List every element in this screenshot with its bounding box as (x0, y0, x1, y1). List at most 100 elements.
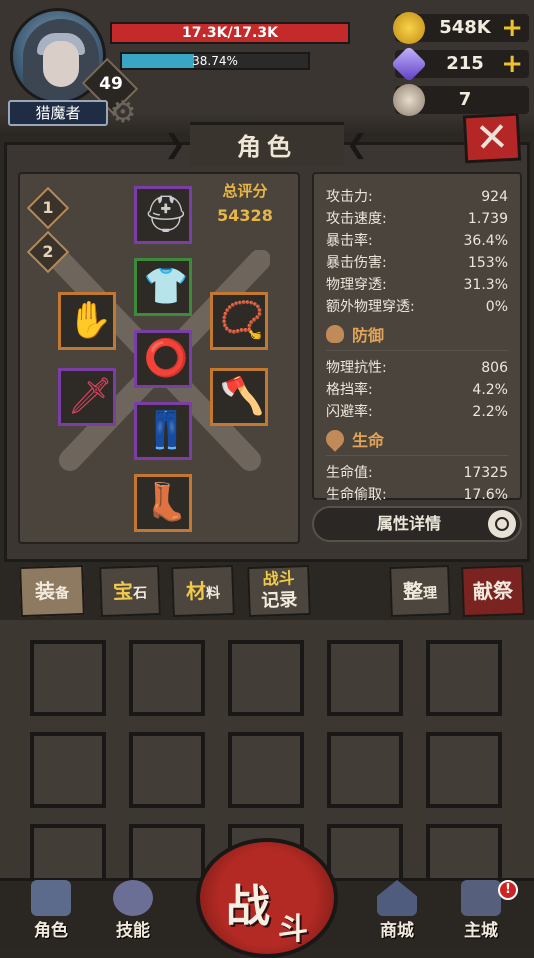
total-score-value: 54328 (217, 206, 273, 225)
spiked-collar-icon: ⭕ (143, 338, 189, 379)
notification-badge: ! (498, 880, 518, 900)
stat-row: 生命值: 17325 (326, 462, 508, 484)
add-gems-button[interactable]: + (501, 50, 523, 78)
stat-row: 物理抗性: 806 (326, 357, 508, 379)
inventory-slot[interactable] (129, 824, 205, 878)
stat-label: 攻击速度: (326, 211, 387, 227)
xp-text: 38.74% (192, 54, 238, 68)
gem-value: 215 (446, 53, 484, 74)
axe-icon: 🪓 (219, 376, 265, 417)
stat-row: 格挡率: 4.2% (326, 379, 508, 401)
attribute-detail-label: 属性详情 (376, 514, 441, 533)
loadout-tab-1-label: 1 (42, 198, 54, 217)
armor-slot[interactable]: 👕 (134, 258, 192, 316)
inventory-slot[interactable] (228, 640, 304, 716)
sacrifice-button[interactable]: 献祭 (461, 564, 525, 618)
stat-value: 4.2% (472, 382, 508, 398)
helmet-slot[interactable]: ⛑ (134, 186, 192, 244)
skills-swirl-icon (113, 880, 153, 916)
stat-value: 36.4% (463, 233, 508, 249)
defense-title: 防御 (352, 326, 385, 345)
inventory-slot[interactable] (426, 732, 502, 808)
shop-tent-icon (377, 880, 417, 916)
close-icon: ✕ (474, 114, 510, 162)
loadout-tab-2-label: 2 (42, 242, 54, 261)
necklace-slot[interactable]: 📿 (210, 292, 268, 350)
helmet-icon: ⛑ (143, 194, 189, 235)
weapon-slot[interactable]: 🪓 (210, 368, 268, 426)
inventory-slot[interactable] (30, 640, 106, 716)
tab-battle-log[interactable]: 战斗 记录 (247, 564, 311, 618)
stat-label: 生命偷取: (326, 487, 387, 503)
stat-value: 17325 (463, 465, 508, 481)
hp-text: 17.3K/17.3K (182, 25, 278, 41)
character-helm-icon (31, 880, 71, 916)
gloves-slot[interactable]: ✋ (58, 292, 116, 350)
armor-icon: 👕 (143, 266, 189, 307)
leg-armor-icon: 👖 (143, 410, 189, 451)
stat-row: 生命偷取: 17.6% (326, 484, 508, 506)
gold-counter: 548K + (393, 12, 529, 44)
inventory-slot[interactable] (129, 732, 205, 808)
stat-value: 31.3% (463, 277, 508, 293)
sort-button[interactable]: 整理 (389, 564, 451, 618)
boots-slot[interactable]: 👢 (134, 474, 192, 532)
stat-label: 格挡率: (326, 382, 373, 398)
attribute-detail-button[interactable]: 属性详情 (312, 506, 522, 542)
stat-label: 物理抗性: (326, 360, 387, 376)
stat-label: 闪避率: (326, 404, 373, 420)
tab-gems[interactable]: 宝石 (99, 564, 161, 618)
stat-value: 806 (481, 360, 508, 376)
settings-gear-icon[interactable]: ⚙ (106, 96, 140, 130)
stat-label: 物理穿透: (326, 277, 387, 293)
inventory-slot[interactable] (228, 732, 304, 808)
offhand-slot[interactable]: 🗡 (58, 368, 116, 426)
title-deco-right: ❮ (346, 130, 368, 160)
gem-counter: 215 + (390, 45, 529, 83)
nav-character[interactable]: 角色 (16, 880, 86, 946)
stat-value: 0% (485, 299, 508, 315)
dagger-icon: 🗡 (67, 376, 113, 417)
xp-bar: 38.74% (120, 52, 310, 70)
attack-stats: 攻击力: 924 攻击速度: 1.739 暴击率: 36.4% 暴击伤害: 153% 物理穿透:… (326, 186, 508, 318)
inventory-slot[interactable] (30, 824, 106, 878)
inventory-slot[interactable] (30, 732, 106, 808)
life-stats: 生命值: 17325 生命偷取: 17.6% (326, 462, 508, 506)
inventory-slot[interactable] (327, 732, 403, 808)
inventory-slot[interactable] (129, 640, 205, 716)
inventory-slot[interactable] (426, 640, 502, 716)
nav-shop[interactable]: 商城 (362, 880, 432, 946)
belt-slot[interactable]: ⭕ (134, 330, 192, 388)
close-button[interactable]: ✕ (462, 112, 522, 164)
stat-value: 924 (481, 189, 508, 205)
battle-button[interactable]: 战 斗 (196, 838, 338, 958)
necklace-icon: 📿 (219, 300, 265, 341)
blood-drop-icon (322, 426, 348, 452)
stat-label: 暴击率: (326, 233, 373, 249)
stat-row: 攻击速度: 1.739 (326, 208, 508, 230)
stat-row: 物理穿透: 31.3% (326, 274, 508, 296)
tab-equipment[interactable]: 装备 (19, 564, 85, 618)
stat-label: 攻击力: (326, 189, 373, 205)
stat-value: 17.6% (463, 487, 508, 503)
purple-gem-icon (390, 45, 428, 83)
stat-row: 暴击率: 36.4% (326, 230, 508, 252)
magnifier-icon (488, 510, 516, 538)
nav-skills[interactable]: 技能 (98, 880, 168, 946)
player-name: 猎魔者 (8, 100, 108, 126)
key-value: 7 (458, 89, 472, 110)
tab-materials[interactable]: 材料 (171, 564, 235, 618)
page-title: 角色 (190, 122, 344, 166)
stat-label: 生命值: (326, 465, 373, 481)
shield-icon (326, 325, 344, 343)
pants-slot[interactable]: 👖 (134, 402, 192, 460)
inventory-slot[interactable] (327, 824, 403, 878)
inventory-slot[interactable] (426, 824, 502, 878)
castle-icon (461, 880, 501, 916)
inventory-slot[interactable] (327, 640, 403, 716)
defense-header: 防御 (326, 322, 508, 351)
add-gold-button[interactable]: + (501, 14, 523, 42)
stat-value: 2.2% (472, 404, 508, 420)
stat-row: 闪避率: 2.2% (326, 401, 508, 423)
key-counter: 7 (393, 84, 529, 116)
